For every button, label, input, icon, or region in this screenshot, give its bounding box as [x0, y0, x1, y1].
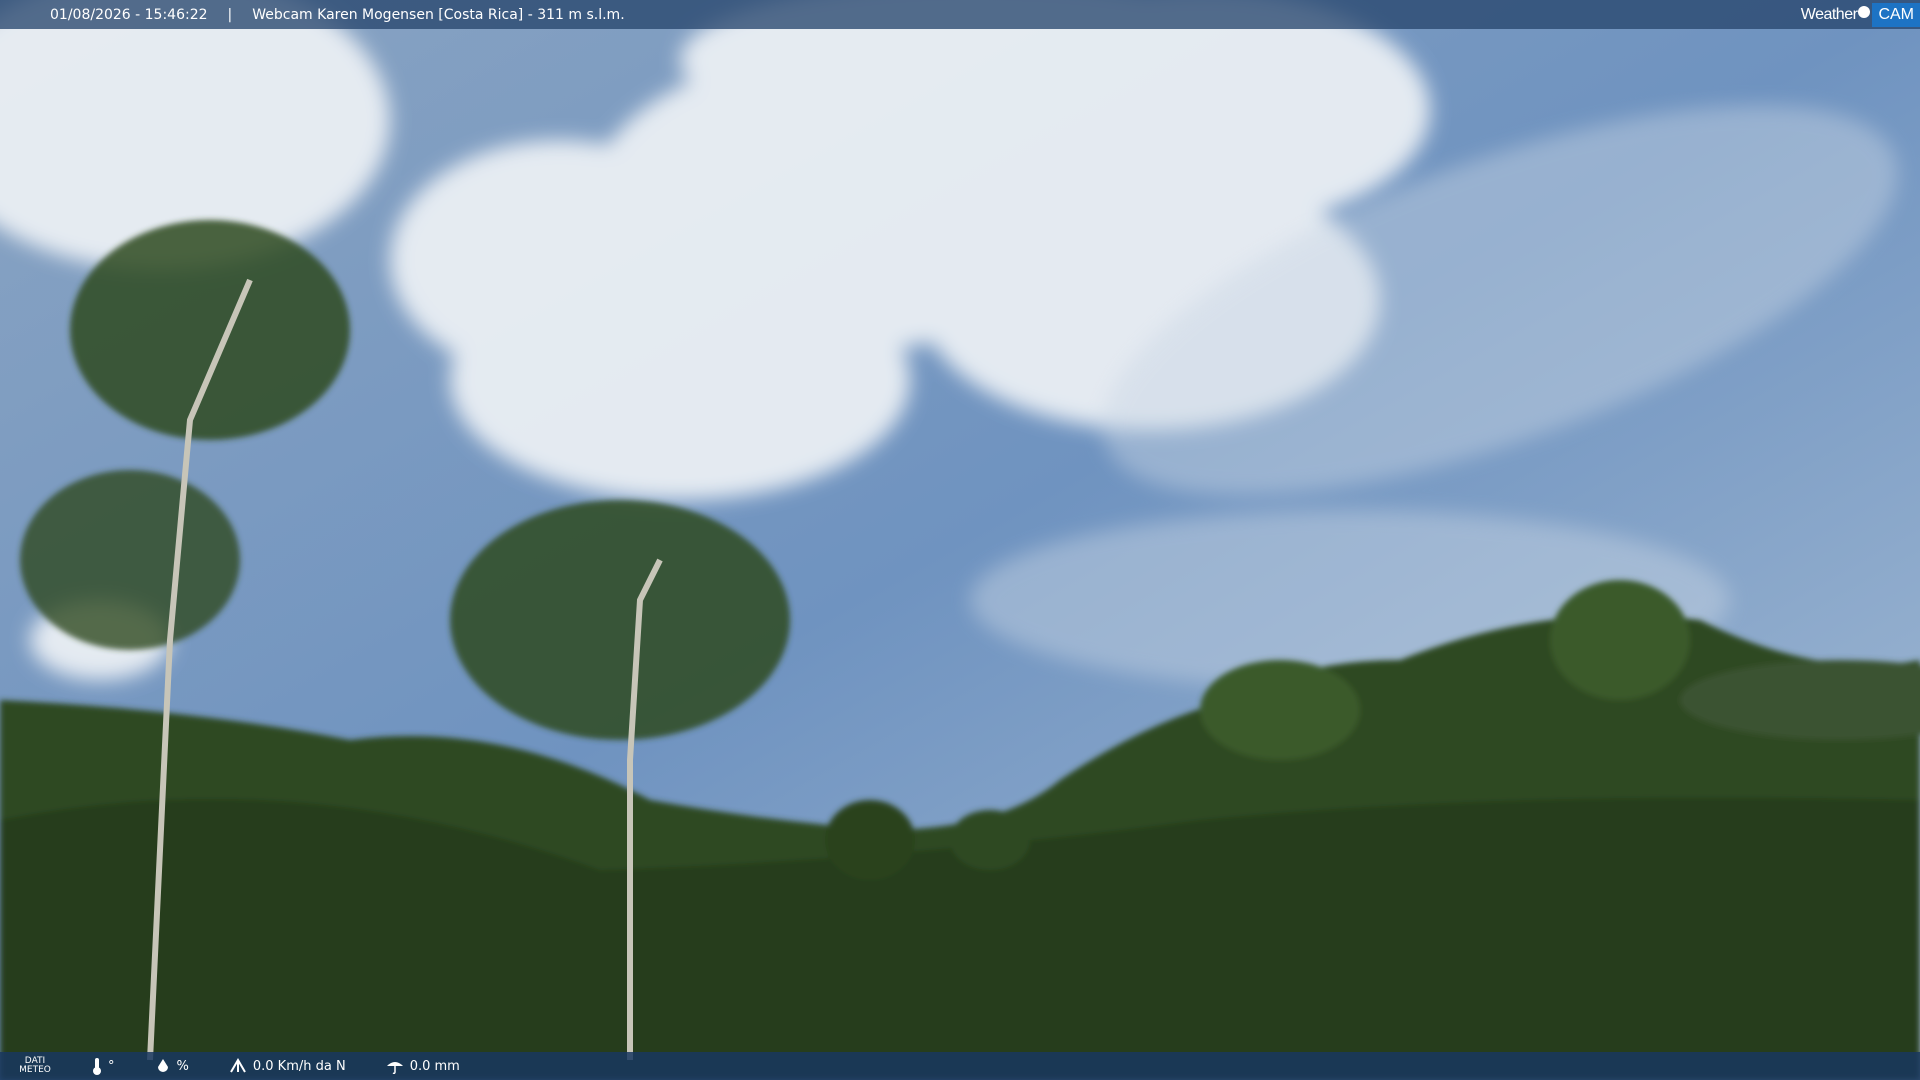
wind-icon — [229, 1058, 246, 1073]
temperature-readout: ° — [92, 1057, 115, 1075]
timestamp: 01/08/2026 - 15:46:22 — [50, 6, 208, 23]
thermometer-icon — [93, 1058, 101, 1075]
rain-icon — [386, 1062, 403, 1074]
weather-data-bar: DATI METEO ° % 0.0 Km/h da N 0.0 mm — [0, 1052, 1920, 1080]
rain-readout: 0.0 mm — [386, 1058, 460, 1074]
humidity-icon — [157, 1059, 168, 1072]
dati-meteo-label: DATI METEO — [19, 1056, 51, 1075]
logo-dot-icon — [1858, 5, 1871, 18]
webcam-image — [0, 0, 1920, 1080]
wind-readout: 0.0 Km/h da N — [229, 1058, 346, 1074]
weathercam-logo[interactable]: Weather CAM — [1801, 0, 1920, 29]
top-info-bar: 01/08/2026 - 15:46:22 | Webcam Karen Mog… — [0, 0, 1920, 29]
separator: | — [227, 6, 233, 23]
logo-cam-text: CAM — [1872, 2, 1920, 27]
webcam-title: Webcam Karen Mogensen [Costa Rica] - 311… — [252, 6, 625, 23]
logo-weather-text: Weather — [1800, 5, 1858, 23]
humidity-readout: % — [155, 1058, 189, 1074]
